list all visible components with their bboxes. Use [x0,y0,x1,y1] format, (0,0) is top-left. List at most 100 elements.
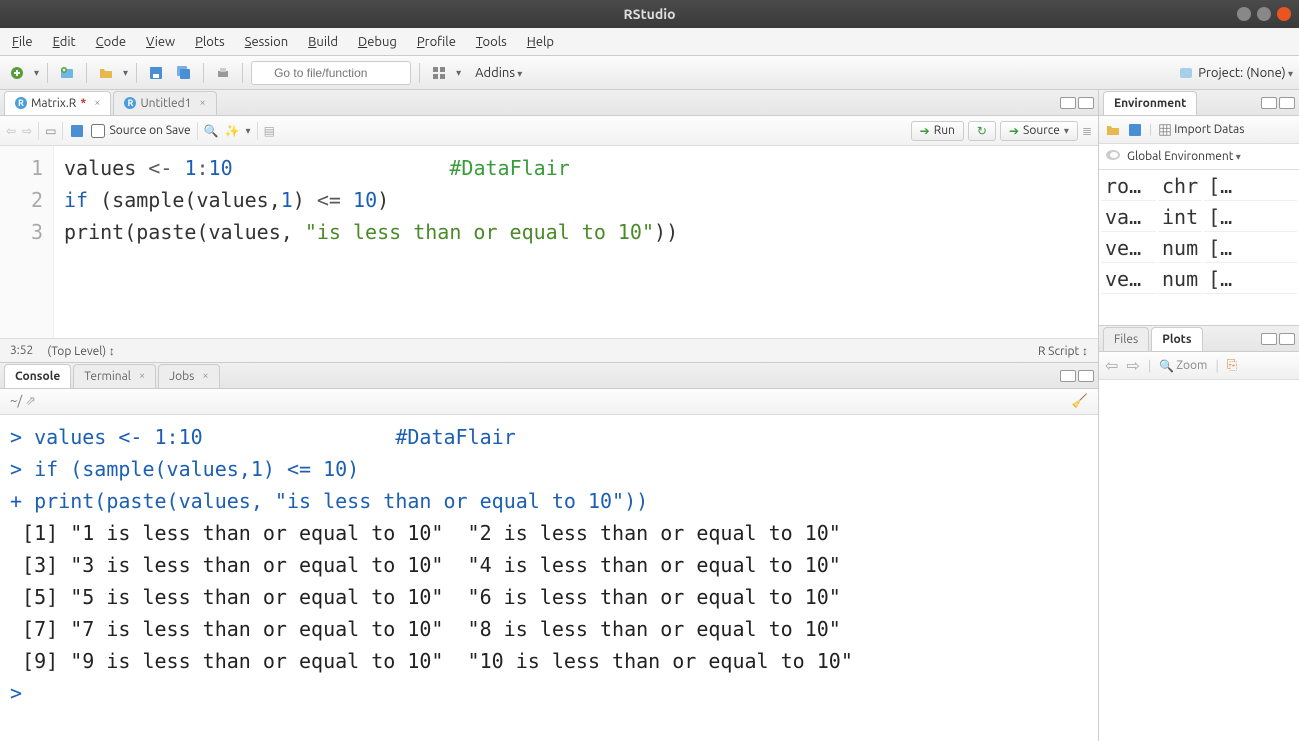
close-tab-icon[interactable]: × [199,97,205,109]
grid-view-button[interactable] [428,62,450,84]
env-row[interactable]: ro…chr[… [1101,172,1297,201]
source-on-save-checkbox[interactable]: Source on Save [91,124,190,138]
source-button[interactable]: ➔Source [1000,121,1078,141]
menu-file[interactable]: File [4,31,41,53]
env-var-type: chr [1158,172,1202,201]
scope-label: Global Environment [1127,150,1241,163]
print-button[interactable] [212,62,234,84]
code-area[interactable]: values <- 1:10 #DataFlair if (sample(val… [54,146,1098,338]
menu-help[interactable]: Help [519,31,562,53]
maximize-pane-button[interactable] [1279,333,1295,345]
source-on-save-input[interactable] [91,124,105,138]
save-workspace-icon[interactable] [1127,122,1143,138]
close-tab-icon[interactable]: × [94,97,100,109]
plots-view [1099,380,1299,741]
outline-icon[interactable]: ≣ [1082,124,1092,138]
console-path-bar: ~/ ⇗ 🧹 [0,389,1098,415]
console-popout-icon[interactable]: ⇗ [25,394,36,408]
rerun-button[interactable]: ↻ [968,121,996,141]
minimize-pane-button[interactable] [1060,370,1076,382]
source-tabs: RMatrix.R*×RUntitled1× [0,90,1098,116]
source-toolbar: ⇦ ⇨ ▭ Source on Save 🔍 ✨ ▾ ▤ ➔Run ↻ [0,116,1098,146]
next-plot-icon[interactable]: ⇨ [1126,356,1139,375]
load-workspace-icon[interactable] [1105,122,1121,138]
menu-plots[interactable]: Plots [187,31,233,53]
console-path: ~/ [10,394,22,408]
addins-menu[interactable]: Addins [467,62,530,84]
separator [419,63,420,83]
close-tab-icon[interactable]: × [139,370,145,382]
export-plot-icon[interactable]: ⎘ [1227,358,1237,373]
goto-file-input[interactable] [251,61,411,85]
new-file-button[interactable] [6,62,28,84]
window-controls [1237,7,1291,21]
close-button[interactable] [1277,7,1291,21]
plots-pane: FilesPlots ⇦ ⇨ | 🔍 Zoom | ⎘ [1099,326,1299,741]
console-tab-console[interactable]: Console [4,364,71,388]
tab-environment[interactable]: Environment [1103,91,1197,115]
show-in-new-window-icon[interactable]: ▭ [45,124,56,138]
tab-files[interactable]: Files [1103,327,1149,351]
console-tab-terminal[interactable]: Terminal× [73,364,156,388]
run-button[interactable]: ➔Run [911,121,964,141]
prev-plot-icon[interactable]: ⇦ [1105,356,1118,375]
maximize-pane-button[interactable] [1078,370,1094,382]
report-icon[interactable]: ▤ [264,124,275,138]
find-icon[interactable]: 🔍 [204,124,219,138]
minimize-button[interactable] [1237,7,1251,21]
console-output[interactable]: > values <- 1:10 #DataFlair > if (sample… [0,415,1098,741]
menu-view[interactable]: View [138,31,183,53]
menu-session[interactable]: Session [237,31,296,53]
run-label: Run [934,124,955,137]
menu-edit[interactable]: Edit [45,31,84,53]
env-row[interactable]: ve…num[… [1101,234,1297,263]
dropdown-caret-icon[interactable]: ▾ [123,67,128,79]
minimize-pane-button[interactable] [1060,97,1076,109]
env-row[interactable]: va…int[… [1101,203,1297,232]
source-pane: RMatrix.R*×RUntitled1× ⇦ ⇨ ▭ Source on S… [0,90,1098,362]
code-editor[interactable]: 123 values <- 1:10 #DataFlair if (sample… [0,146,1098,338]
maximize-pane-button[interactable] [1279,97,1295,109]
clear-console-icon[interactable]: 🧹 [1072,394,1088,409]
forward-icon[interactable]: ⇨ [22,124,32,138]
menu-build[interactable]: Build [300,31,346,53]
separator: | [1148,359,1152,373]
separator [136,63,137,83]
dropdown-caret-icon[interactable]: ▾ [246,125,251,137]
environment-pane: Environment | Import Datas Global Enviro… [1099,90,1299,326]
new-project-button[interactable] [56,62,78,84]
console-tab-jobs[interactable]: Jobs× [158,364,219,388]
dropdown-caret-icon[interactable]: ▾ [456,67,461,79]
r-file-icon: R [124,97,136,109]
scope-selector[interactable]: (Top Level) [47,344,115,358]
zoom-button[interactable]: 🔍 Zoom [1159,359,1207,373]
minimize-pane-button[interactable] [1261,333,1277,345]
environment-tabs: Environment [1099,90,1299,116]
toolbar-right: Project: (None) [1178,65,1293,81]
env-row[interactable]: ve…num[… [1101,265,1297,294]
project-menu[interactable]: Project: (None) [1198,66,1293,80]
maximize-button[interactable] [1257,7,1271,21]
file-type-selector[interactable]: R Script [1038,344,1088,358]
wand-icon[interactable]: ✨ [225,124,240,138]
save-icon[interactable] [69,123,85,139]
source-tab[interactable]: RUntitled1× [113,91,216,115]
maximize-pane-button[interactable] [1078,97,1094,109]
environment-scope[interactable]: Global Environment [1099,144,1299,170]
menu-debug[interactable]: Debug [350,31,405,53]
open-file-button[interactable] [95,62,117,84]
menu-code[interactable]: Code [88,31,134,53]
menu-profile[interactable]: Profile [409,31,464,53]
dropdown-caret-icon[interactable]: ▾ [34,67,39,79]
menu-tools[interactable]: Tools [468,31,515,53]
separator [242,63,243,83]
minimize-pane-button[interactable] [1261,97,1277,109]
tab-plots[interactable]: Plots [1151,327,1202,351]
import-dataset-button[interactable]: Import Datas [1158,123,1244,137]
source-tab[interactable]: RMatrix.R*× [4,91,111,115]
close-tab-icon[interactable]: × [202,370,208,382]
back-icon[interactable]: ⇦ [6,124,16,138]
save-button[interactable] [145,62,167,84]
window-title: RStudio [623,6,675,22]
save-all-button[interactable] [173,62,195,84]
